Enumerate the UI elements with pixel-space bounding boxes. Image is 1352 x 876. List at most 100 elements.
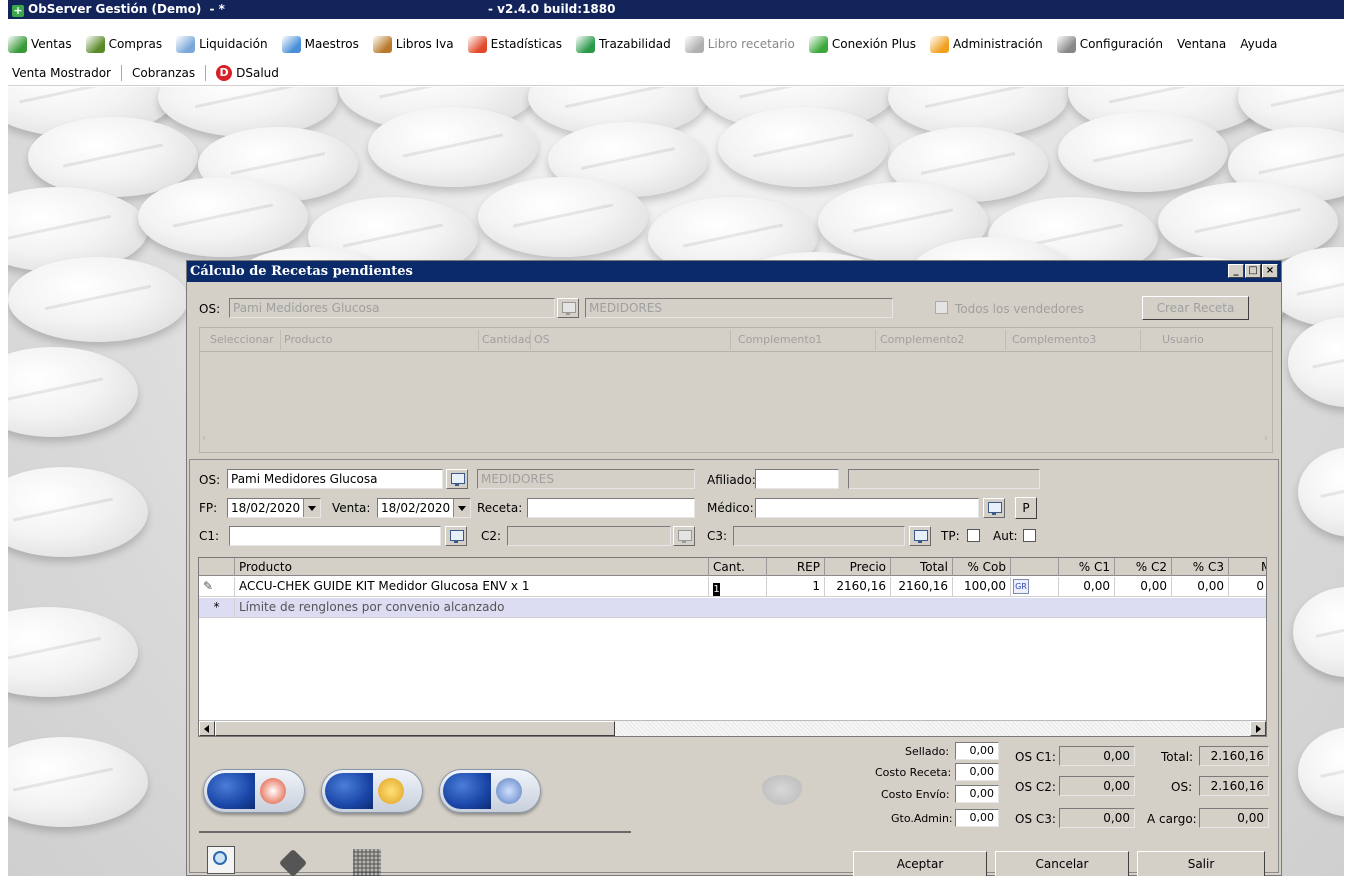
col-cantidad[interactable]: Cantidad: [482, 333, 531, 346]
cell-c1[interactable]: 0,00: [1059, 577, 1115, 597]
tab-cobranzas[interactable]: Cobranzas: [122, 64, 207, 81]
menu-item-trazabilidad[interactable]: Trazabilidad: [575, 35, 671, 53]
col-usuario[interactable]: Usuario: [1162, 333, 1204, 346]
menu-item-libro-recetario[interactable]: Libro recetario: [684, 35, 795, 53]
fp-date-picker[interactable]: 18/02/2020: [227, 498, 321, 518]
maximize-icon[interactable]: □: [1245, 264, 1261, 278]
cell-rep[interactable]: 1: [767, 577, 825, 597]
costo-envio-label: Costo Envío:: [881, 788, 950, 801]
c2-lookup-icon[interactable]: [673, 526, 695, 546]
costo-envio-field[interactable]: 0,00: [955, 785, 999, 803]
menu-item-compras[interactable]: Compras: [85, 35, 162, 53]
cancel-button[interactable]: Cancelar: [995, 851, 1129, 876]
receta-field[interactable]: [527, 498, 695, 518]
menu-item-conexi-n-plus[interactable]: Conexión Plus: [808, 35, 916, 53]
col-cant[interactable]: Cant.: [709, 558, 767, 576]
col-c1[interactable]: % C1: [1059, 558, 1115, 576]
os-field[interactable]: Pami Medidores Glucosa: [227, 469, 443, 489]
menu-item-administraci-n[interactable]: Administración: [929, 35, 1043, 53]
cell-badge[interactable]: GR: [1011, 577, 1059, 597]
minimize-icon[interactable]: _: [1228, 264, 1244, 278]
products-grid[interactable]: Producto Cant. REP Precio Total % Cob % …: [198, 557, 1267, 737]
medico-field[interactable]: [755, 498, 979, 518]
menu-item-ayuda[interactable]: Ayuda: [1240, 37, 1277, 51]
col-c3[interactable]: % C3: [1172, 558, 1229, 576]
venta-date-picker[interactable]: 18/02/2020: [377, 498, 471, 518]
costo-receta-field[interactable]: 0,00: [955, 763, 999, 781]
accept-button[interactable]: Aceptar: [853, 851, 987, 876]
c1-lookup-icon[interactable]: [445, 526, 467, 546]
venta-dropdown-icon[interactable]: [453, 499, 470, 517]
c3-field[interactable]: [733, 526, 905, 546]
os-lookup-icon[interactable]: [446, 469, 468, 489]
menu-item-libros-iva[interactable]: Libros Iva: [372, 35, 454, 53]
background-pill: [1293, 587, 1344, 677]
col-cob[interactable]: % Cob: [953, 558, 1011, 576]
qr-code-icon[interactable]: [353, 849, 381, 876]
tab-venta-mostrador[interactable]: Venta Mostrador: [8, 64, 122, 81]
col-seleccionar[interactable]: Seleccionar: [210, 333, 274, 346]
help-pill-button[interactable]: [321, 769, 423, 813]
col-rep[interactable]: REP: [767, 558, 825, 576]
menu-item-liquidaci-n[interactable]: Liquidación: [176, 35, 268, 53]
col-producto[interactable]: Producto: [284, 333, 333, 346]
os-web-pill-button[interactable]: [203, 769, 305, 813]
aut-checkbox[interactable]: [1023, 529, 1036, 542]
window-title-bar: + ObServer Gestión (Demo) - * - v2.4.0 bu…: [8, 0, 1344, 19]
col-complemento1[interactable]: Complemento1: [738, 333, 822, 346]
tp-checkbox[interactable]: [967, 529, 980, 542]
pending-recetas-grid[interactable]: Seleccionar Producto Cantidad OS Complem…: [199, 327, 1273, 453]
menu-item-ventana[interactable]: Ventana: [1177, 37, 1226, 51]
col-c2[interactable]: % C2: [1115, 558, 1172, 576]
scroll-left-icon[interactable]: ‹: [202, 433, 206, 444]
col-badge[interactable]: [1011, 558, 1059, 576]
gr-badge-icon[interactable]: GR: [1013, 579, 1029, 594]
top-os-field[interactable]: Pami Medidores Glucosa: [229, 298, 555, 318]
cell-c3[interactable]: 0,00: [1172, 577, 1229, 597]
delivery-pill-button[interactable]: [439, 769, 541, 813]
p-button[interactable]: P: [1015, 497, 1037, 519]
afiliado-field[interactable]: [755, 469, 839, 489]
cell-precio[interactable]: 2160,16: [825, 577, 891, 597]
c3-lookup-icon[interactable]: [909, 526, 931, 546]
fp-dropdown-icon[interactable]: [303, 499, 320, 517]
menu-item-maestros[interactable]: Maestros: [281, 35, 359, 53]
new-row-message: Límite de renglones por convenio alcanza…: [239, 600, 505, 614]
search-icon[interactable]: [207, 846, 235, 874]
medico-lookup-icon[interactable]: [983, 498, 1005, 518]
menu-item-estad-sticas[interactable]: Estadísticas: [467, 35, 562, 53]
scroll-left-arrow-icon[interactable]: [199, 721, 215, 736]
cell-cant[interactable]: 1: [709, 577, 767, 597]
top-os-lookup-icon[interactable]: [557, 298, 579, 318]
cell-mf[interactable]: 0: [1229, 577, 1266, 597]
col-mf[interactable]: MF Pr: [1229, 558, 1266, 576]
col-precio[interactable]: Precio: [825, 558, 891, 576]
table-row[interactable]: ✎ ACCU-CHEK GUIDE KIT Medidor Glucosa EN…: [199, 577, 1266, 597]
exit-button[interactable]: Salir: [1137, 851, 1265, 876]
products-horizontal-scrollbar[interactable]: [199, 720, 1266, 736]
cell-c2[interactable]: 0,00: [1115, 577, 1172, 597]
col-producto[interactable]: Producto: [235, 558, 709, 576]
close-icon[interactable]: ×: [1262, 264, 1278, 278]
c2-field[interactable]: [507, 526, 671, 546]
col-complemento3[interactable]: Complemento3: [1012, 333, 1096, 346]
cell-cob[interactable]: 100,00: [953, 577, 1011, 597]
all-sellers-checkbox[interactable]: [935, 301, 948, 314]
gto-admin-field[interactable]: 0,00: [955, 809, 999, 827]
scroll-thumb[interactable]: [215, 721, 615, 736]
menu-item-configuraci-n[interactable]: Configuración: [1056, 35, 1163, 53]
manual-book-icon[interactable]: [278, 848, 308, 876]
col-total[interactable]: Total: [891, 558, 953, 576]
sellado-field[interactable]: 0,00: [955, 742, 999, 760]
new-row[interactable]: * Límite de renglones por convenio alcan…: [199, 598, 1266, 618]
create-receta-button[interactable]: Crear Receta: [1142, 296, 1249, 320]
col-os[interactable]: OS: [534, 333, 550, 346]
col-complemento2[interactable]: Complemento2: [880, 333, 964, 346]
cell-total[interactable]: 2160,16: [891, 577, 953, 597]
tab-dsalud[interactable]: D DSalud: [206, 64, 289, 81]
c1-field[interactable]: [229, 526, 441, 546]
scroll-right-arrow-icon[interactable]: [1250, 721, 1266, 736]
menu-item-ventas[interactable]: Ventas: [8, 35, 72, 53]
scroll-right-icon[interactable]: ›: [1264, 433, 1268, 444]
cell-producto[interactable]: ACCU-CHEK GUIDE KIT Medidor Glucosa ENV …: [235, 577, 709, 597]
